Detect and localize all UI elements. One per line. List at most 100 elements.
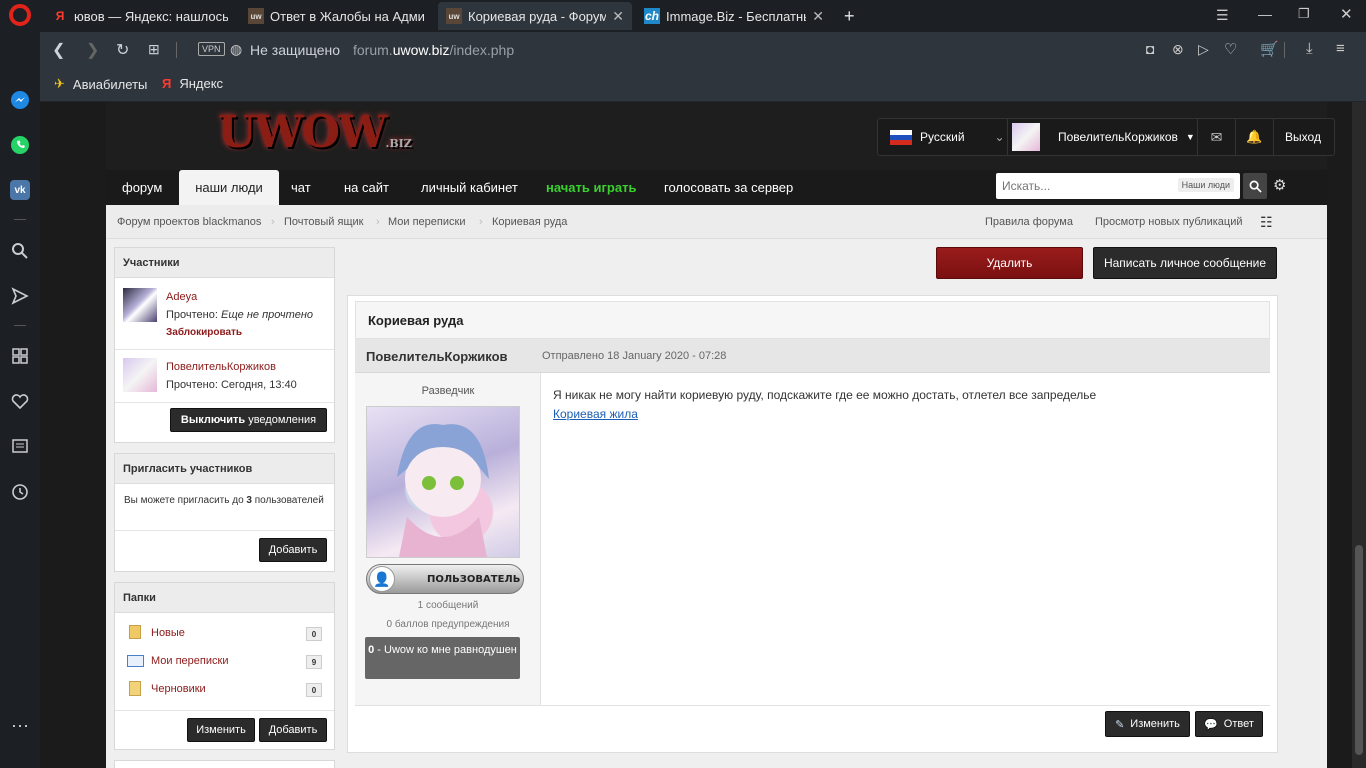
mute-notifications-button[interactable]: Выключить уведомления bbox=[170, 408, 327, 432]
avatar[interactable] bbox=[123, 288, 157, 322]
user-group-icon: 👤 bbox=[369, 566, 395, 592]
post-link[interactable]: Кориевая жила bbox=[553, 407, 638, 421]
tabs-grid-icon[interactable]: ⊞ bbox=[148, 41, 160, 58]
messages-icon[interactable]: ✉ bbox=[1198, 119, 1236, 155]
close-icon[interactable]: ✕ bbox=[812, 8, 824, 25]
site-logo[interactable]: UWOW.BIZ bbox=[218, 107, 412, 158]
draft-icon bbox=[129, 681, 141, 696]
post-header: ПовелительКоржиков Отправлено 18 January… bbox=[355, 339, 1270, 373]
tab-yandex[interactable]: Я ювов — Яндекс: нашлось bbox=[44, 2, 236, 30]
participant-name[interactable]: Adeya bbox=[166, 291, 197, 303]
logo-text: UWOW bbox=[218, 107, 388, 158]
news-icon[interactable] bbox=[8, 434, 32, 458]
minimize-icon[interactable]: — bbox=[1258, 6, 1272, 22]
reply-button[interactable]: 💬 Ответ bbox=[1195, 711, 1263, 737]
url-field[interactable]: forum.uwow.biz/index.php bbox=[353, 42, 514, 58]
block-icon[interactable]: ⊗ bbox=[1172, 41, 1184, 58]
reputation-text: - Uwow ко мне равнодушен bbox=[374, 644, 517, 656]
menu-icon[interactable]: ≡ bbox=[1336, 40, 1345, 57]
forward-icon[interactable]: ❯ bbox=[86, 40, 99, 60]
breadcrumb-item[interactable]: Форум проектов blackmanos bbox=[117, 205, 261, 239]
heart-icon[interactable]: ♡ bbox=[1224, 40, 1237, 58]
add-participant-button[interactable]: Добавить bbox=[259, 538, 327, 562]
participant-name[interactable]: ПовелительКоржиков bbox=[166, 361, 276, 373]
yandex-icon: Я bbox=[55, 9, 65, 23]
security-status[interactable]: Не защищено bbox=[250, 42, 340, 58]
tab-label: Immage.Biz - Бесплатный bbox=[666, 8, 807, 24]
menu-chat[interactable]: чат bbox=[291, 170, 311, 205]
back-icon[interactable]: ❮ bbox=[52, 40, 65, 60]
add-folder-button[interactable]: Добавить bbox=[259, 718, 327, 742]
more-icon[interactable]: ⋯ bbox=[8, 714, 32, 738]
menu-forum[interactable]: форум bbox=[122, 170, 162, 205]
bookmark-label: Авиабилеты bbox=[72, 76, 148, 92]
site-header: UWOW.BIZ Русский ⌄ ПовелительКоржиков ▼ … bbox=[106, 102, 1335, 170]
menu-our-people[interactable]: наши люди bbox=[179, 170, 279, 205]
language-select[interactable]: Русский ⌄ bbox=[878, 119, 1008, 155]
delete-button[interactable]: Удалить bbox=[936, 247, 1083, 279]
menu-start-playing[interactable]: начать играть bbox=[546, 170, 636, 205]
close-window-icon[interactable]: ✕ bbox=[1340, 5, 1353, 23]
heart-icon[interactable] bbox=[8, 389, 32, 413]
reload-icon[interactable]: ↻ bbox=[116, 40, 129, 60]
scrollbar-thumb[interactable] bbox=[1355, 545, 1363, 755]
search-input[interactable] bbox=[996, 173, 1161, 199]
globe-icon[interactable]: ◍ bbox=[230, 41, 242, 58]
send-icon[interactable] bbox=[8, 284, 32, 308]
edit-folders-button[interactable]: Изменить bbox=[187, 718, 255, 742]
edit-post-button[interactable]: ✎ Изменить bbox=[1105, 711, 1190, 737]
menu-site[interactable]: на сайт bbox=[344, 170, 389, 205]
search-scope[interactable]: Наши люди bbox=[1177, 178, 1234, 192]
bookmark-avia[interactable]: ✈ Авиабилеты bbox=[54, 76, 147, 92]
send-pm-button[interactable]: Написать личное сообщение bbox=[1093, 247, 1277, 279]
user-menu[interactable]: ПовелительКоржиков ▼ bbox=[1008, 119, 1198, 155]
forum-rules-link[interactable]: Правила форума bbox=[985, 205, 1073, 239]
new-tab-button[interactable]: + bbox=[836, 2, 858, 30]
user-avatar-large[interactable] bbox=[366, 406, 520, 558]
logout-button[interactable]: Выход bbox=[1274, 119, 1332, 155]
folder-item[interactable]: Новые bbox=[151, 627, 185, 639]
search-button[interactable] bbox=[1243, 173, 1267, 199]
breadcrumb-separator: › bbox=[271, 216, 275, 228]
opera-logo-icon[interactable] bbox=[9, 4, 31, 26]
panel-title: Участники bbox=[115, 248, 334, 278]
breadcrumb-item[interactable]: Почтовый ящик bbox=[284, 205, 363, 239]
download-icon[interactable]: ⤓ bbox=[1306, 40, 1313, 57]
vk-icon[interactable]: vk bbox=[8, 178, 32, 202]
folder-item[interactable]: Черновики bbox=[151, 683, 206, 695]
bell-icon[interactable]: 🔔 bbox=[1236, 119, 1274, 155]
breadcrumb-separator: › bbox=[376, 216, 380, 228]
bookmark-yandex[interactable]: Я Яндекс bbox=[162, 76, 223, 91]
restore-icon[interactable]: ❐ bbox=[1298, 6, 1310, 22]
menu-vote[interactable]: голосовать за сервер bbox=[664, 170, 793, 205]
list-view-icon[interactable]: ☷ bbox=[1260, 205, 1273, 239]
speed-dial-icon[interactable] bbox=[8, 344, 32, 368]
panel-title: Папки bbox=[115, 583, 334, 613]
cart-icon[interactable]: 🛒 bbox=[1260, 40, 1279, 58]
divider bbox=[115, 402, 334, 403]
messenger-icon[interactable] bbox=[8, 88, 32, 112]
folder-item[interactable]: Мои переписки bbox=[151, 655, 228, 667]
new-posts-link[interactable]: Просмотр новых публикаций bbox=[1095, 205, 1243, 239]
invite-text-part: Вы можете пригласить до bbox=[124, 495, 247, 506]
close-icon[interactable]: ✕ bbox=[612, 8, 624, 25]
divider bbox=[115, 710, 334, 711]
camera-icon[interactable]: ◘ bbox=[1146, 41, 1154, 57]
search-icon[interactable] bbox=[8, 239, 32, 263]
whatsapp-icon[interactable] bbox=[8, 133, 32, 157]
vpn-badge[interactable]: VPN bbox=[198, 42, 225, 56]
history-icon[interactable] bbox=[8, 480, 32, 504]
tab-complaints[interactable]: uw Ответ в Жалобы на Адми bbox=[240, 2, 436, 30]
gear-icon[interactable]: ⚙ bbox=[1273, 176, 1286, 194]
block-user-link[interactable]: Заблокировать bbox=[166, 327, 242, 338]
tab-active-koriya[interactable]: uw Кориевая руда - Форум пр ✕ bbox=[438, 2, 632, 30]
divider bbox=[1284, 42, 1285, 58]
send-icon[interactable]: ▷ bbox=[1198, 41, 1209, 58]
tab-menu-icon[interactable]: ☰ bbox=[1216, 7, 1229, 24]
breadcrumb-item[interactable]: Мои переписки bbox=[388, 205, 465, 239]
menu-cabinet[interactable]: личный кабинет bbox=[421, 170, 518, 205]
post-author[interactable]: ПовелительКоржиков bbox=[366, 349, 508, 364]
topic-title: Кориевая руда bbox=[355, 301, 1270, 339]
tab-immage[interactable]: ch Immage.Biz - Бесплатный ✕ bbox=[636, 2, 832, 30]
avatar[interactable] bbox=[123, 358, 157, 392]
